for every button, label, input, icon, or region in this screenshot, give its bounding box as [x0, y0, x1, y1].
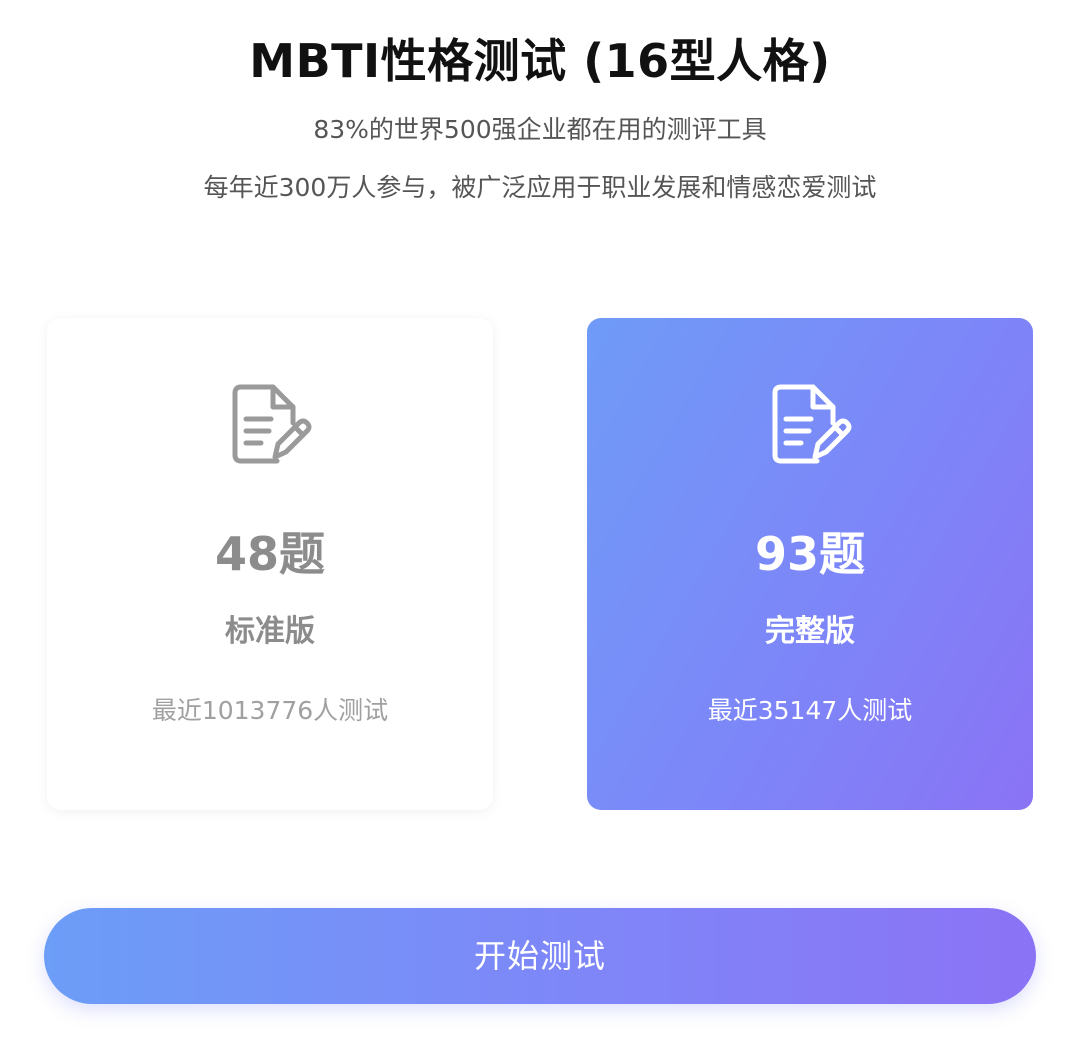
question-count: 48题 [214, 527, 325, 581]
document-edit-icon [772, 384, 852, 464]
recent-testers: 最近35147人测试 [707, 696, 913, 725]
version-name: 标准版 [225, 614, 315, 649]
option-card-standard[interactable]: 48题 标准版 最近1013776人测试 [47, 318, 493, 810]
subtitle-tool-usage: 83%的世界500强企业都在用的测评工具 [313, 115, 767, 144]
document-edit-icon [232, 384, 312, 464]
start-test-button[interactable]: 开始测试 [44, 908, 1036, 1004]
subtitle-participants: 每年近300万人参与，被广泛应用于职业发展和情感恋爱测试 [203, 173, 877, 202]
question-count: 93题 [754, 527, 865, 581]
recent-testers: 最近1013776人测试 [151, 696, 389, 725]
page-title: MBTI性格测试 (16型人格) [249, 34, 831, 88]
version-name: 完整版 [765, 614, 855, 649]
option-card-full[interactable]: 93题 完整版 最近35147人测试 [587, 318, 1033, 810]
